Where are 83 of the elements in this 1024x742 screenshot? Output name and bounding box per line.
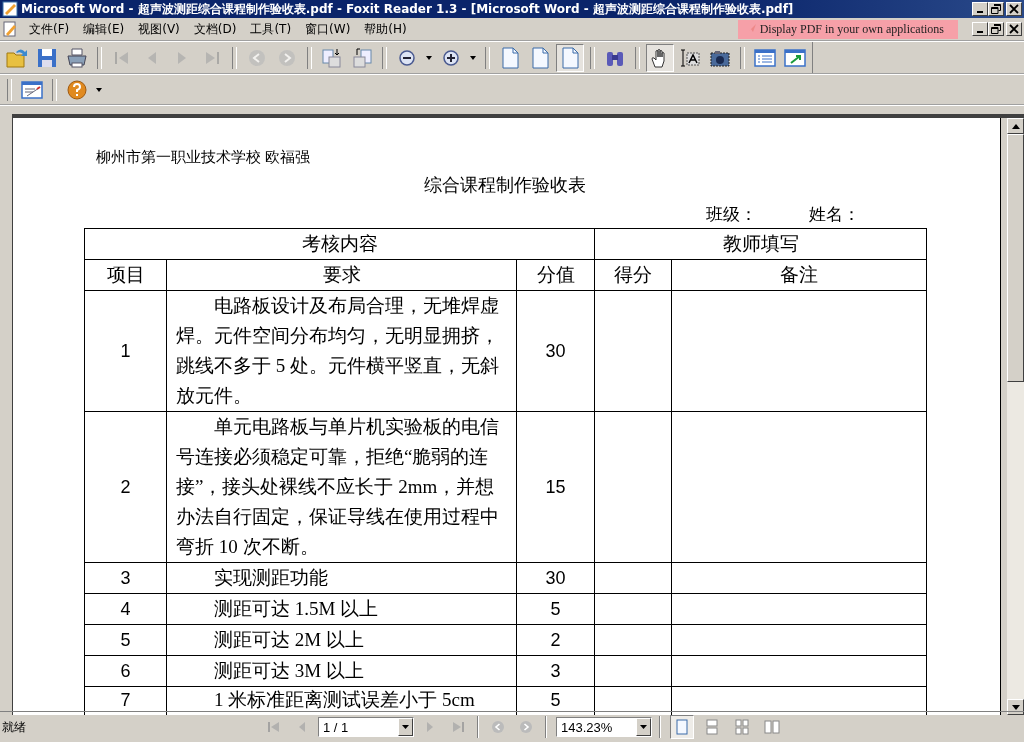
minimize-button[interactable] bbox=[972, 2, 988, 16]
table-cell: 30 bbox=[516, 562, 595, 594]
app-icon bbox=[2, 1, 18, 17]
rotate-pages-icon bbox=[351, 46, 373, 69]
menu-item[interactable]: 文件(F) bbox=[22, 20, 77, 38]
minimize-icon bbox=[977, 31, 983, 33]
minimize-button[interactable] bbox=[972, 22, 988, 36]
close-icon bbox=[1009, 4, 1019, 14]
vertical-scrollbar[interactable] bbox=[1007, 118, 1024, 715]
scroll-down-icon bbox=[1011, 704, 1020, 710]
header-cell: 分值 bbox=[516, 259, 595, 291]
scroll-up-icon bbox=[1011, 123, 1020, 129]
rotate-pages-icon bbox=[321, 46, 343, 69]
caret-icon bbox=[426, 55, 432, 60]
table-cell: 7 bbox=[84, 686, 167, 715]
caret-icon bbox=[470, 55, 476, 60]
table-cell: 单元电路板与单片机实验板的电信号连接必须稳定可靠，拒绝“脆弱的连接”，接头处裸线不应长于 2mm，并想办法自行固定，保证导线在使用过程中弯折 10 次不断。 bbox=[166, 411, 517, 563]
restore-button[interactable] bbox=[988, 22, 1004, 36]
header-cell: 考核内容 bbox=[84, 228, 595, 260]
ad-banner[interactable]: Display PDF in your own applications bbox=[737, 19, 958, 39]
table-cell: 2 bbox=[84, 411, 167, 563]
menu-item[interactable]: 工具(T) bbox=[243, 20, 299, 38]
view-mode-button[interactable] bbox=[670, 715, 694, 739]
table-cell: 3 bbox=[516, 655, 595, 687]
minimize-icon bbox=[977, 11, 983, 13]
table-cell: 6 bbox=[84, 655, 167, 687]
window-title: Microsoft Word - 超声波测距综合课程制作验收表.pdf - Foxit Reader 1.3 - [Microsoft Word - 超声波测距综合课程制作验收表.pdf] bbox=[21, 0, 795, 18]
single-page-icon bbox=[674, 719, 690, 735]
caret-icon bbox=[640, 725, 647, 729]
facing-pages-icon bbox=[764, 719, 780, 735]
menu-item[interactable]: 文档(D) bbox=[186, 20, 244, 38]
table-cell: 5 bbox=[516, 593, 595, 625]
note-edit-icon bbox=[21, 78, 43, 101]
caret-icon bbox=[402, 725, 409, 729]
last-page-icon bbox=[450, 719, 466, 735]
table-cell: 5 bbox=[84, 624, 167, 656]
class-label: 班级： bbox=[706, 204, 757, 226]
panel-list-icon bbox=[754, 46, 776, 69]
table-cell: 2 bbox=[516, 624, 595, 656]
page-icon bbox=[499, 46, 521, 69]
printer-icon bbox=[66, 46, 88, 69]
restore-icon bbox=[991, 4, 1001, 14]
table-cell: 实现测距功能 bbox=[166, 562, 517, 594]
close-button[interactable] bbox=[1006, 2, 1022, 16]
restore-icon bbox=[991, 24, 1001, 34]
help-icon bbox=[66, 78, 88, 101]
table-cell: 4 bbox=[84, 593, 167, 625]
author-line: 柳州市第一职业技术学校 欧福强 bbox=[95, 148, 311, 167]
header-cell: 得分 bbox=[594, 259, 672, 291]
name-label: 姓名： bbox=[809, 204, 860, 226]
table-cell: 3 bbox=[84, 562, 167, 594]
header-cell: 要求 bbox=[166, 259, 517, 291]
page-icon bbox=[529, 46, 551, 69]
restore-button[interactable] bbox=[988, 2, 1004, 16]
caret-icon bbox=[96, 87, 102, 92]
menu-item[interactable]: 窗口(W) bbox=[298, 20, 358, 38]
close-icon bbox=[1009, 24, 1019, 34]
header-cell: 教师填写 bbox=[594, 228, 927, 260]
page-icon bbox=[559, 46, 581, 69]
table-cell: 测距可达 2M 以上 bbox=[166, 624, 517, 656]
table-cell: 1 bbox=[84, 290, 167, 412]
table-cell: 测距可达 3M 以上 bbox=[166, 655, 517, 687]
menu-item[interactable]: 视图(V) bbox=[131, 20, 187, 38]
grid-pages-icon bbox=[734, 719, 750, 735]
header-cell: 备注 bbox=[671, 259, 927, 291]
first-page-icon bbox=[266, 719, 282, 735]
page-number-field[interactable]: 1 / 1 bbox=[318, 717, 414, 737]
toolbar-button[interactable] bbox=[646, 43, 674, 72]
text-select-icon bbox=[679, 46, 701, 69]
table-cell: 15 bbox=[516, 411, 595, 563]
close-button[interactable] bbox=[1006, 22, 1022, 36]
continuous-pages-icon bbox=[704, 719, 720, 735]
table-cell: 电路板设计及布局合理，无堆焊虚焊。元件空间分布均匀，无明显拥挤，跳线不多于 5 处。元件横平竖直，无斜放元件。 bbox=[166, 290, 517, 412]
menu-item[interactable]: 编辑(E) bbox=[76, 20, 132, 38]
status-text: 就绪 bbox=[1, 718, 27, 736]
table-cell: 30 bbox=[516, 290, 595, 412]
zoom-field[interactable]: 143.23% bbox=[556, 717, 652, 737]
header-cell: 项目 bbox=[84, 259, 167, 291]
menu-item[interactable]: 帮助(H) bbox=[357, 20, 414, 38]
document-title: 综合课程制作验收表 bbox=[423, 174, 587, 197]
scroll-thumb[interactable] bbox=[1007, 134, 1024, 382]
document-icon bbox=[2, 21, 18, 37]
table-cell: 测距可达 1.5M 以上 bbox=[166, 593, 517, 625]
